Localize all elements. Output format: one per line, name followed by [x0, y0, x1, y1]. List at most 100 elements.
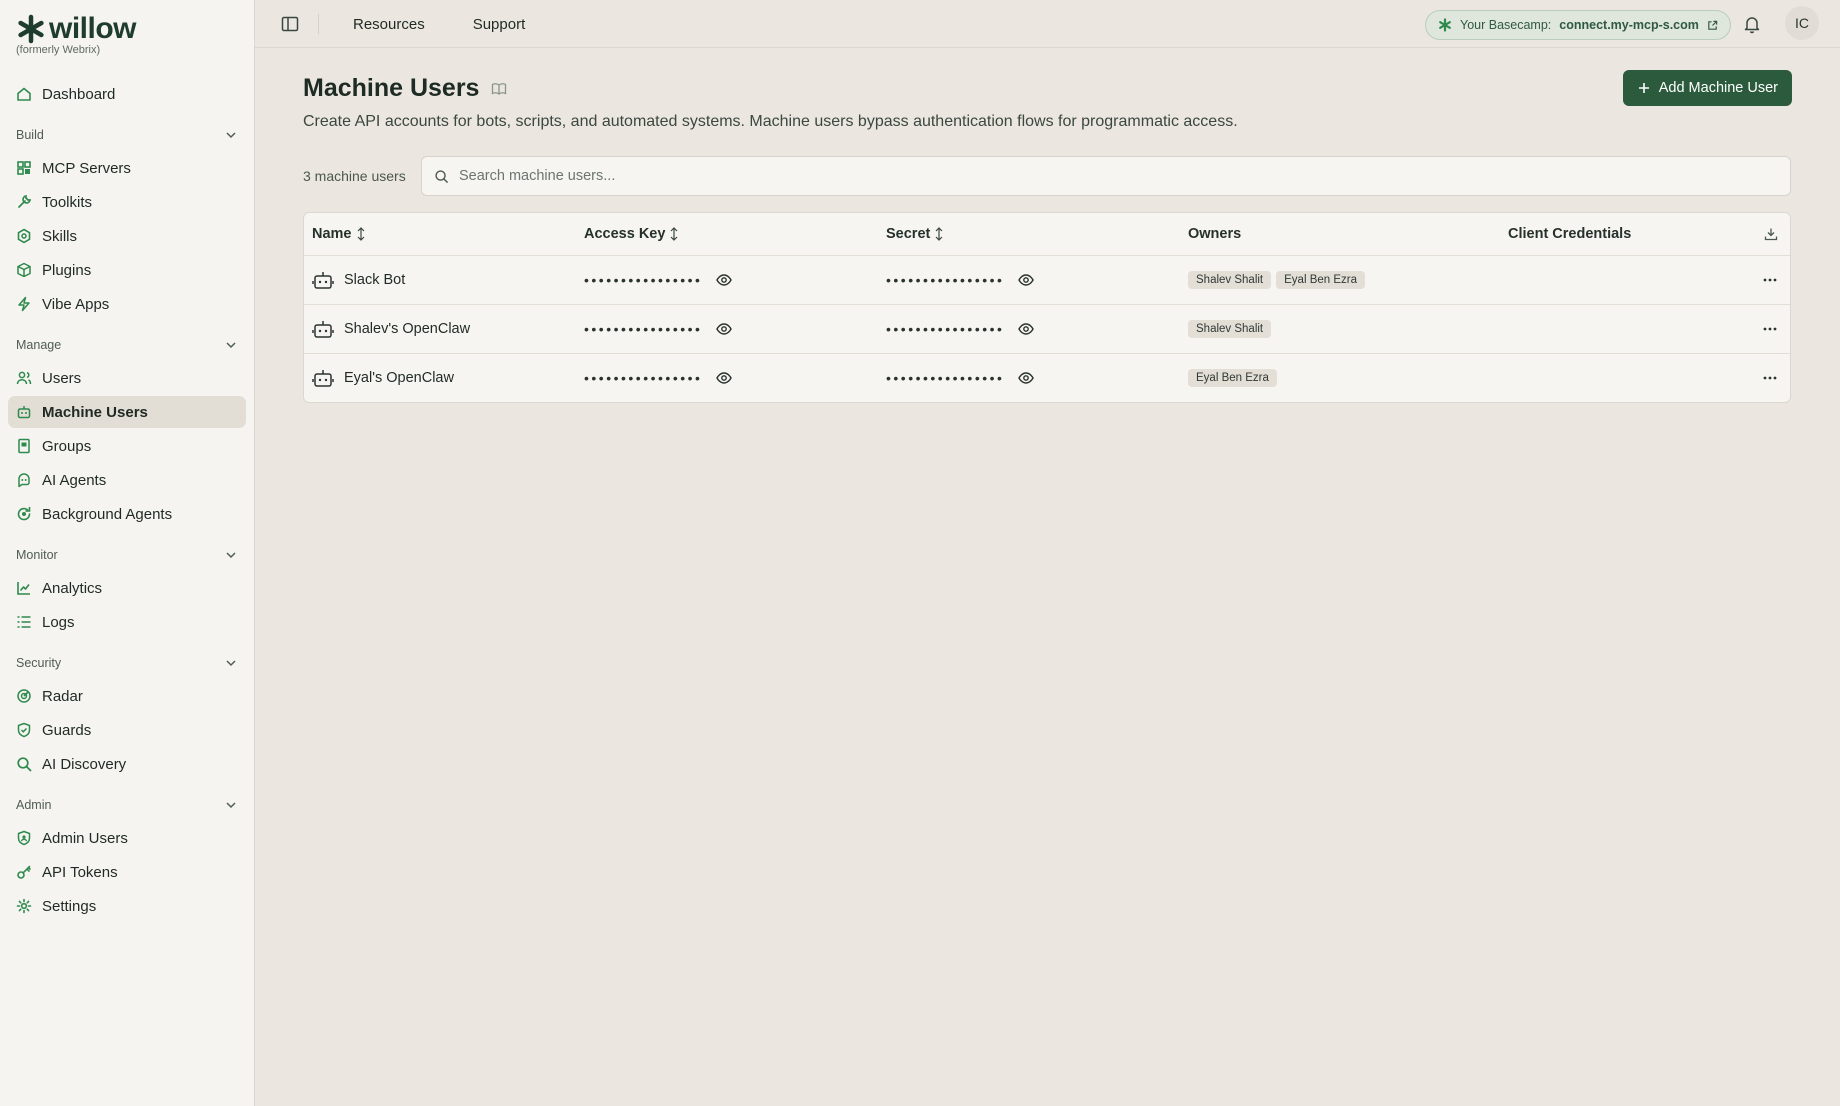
search-icon: [435, 169, 448, 183]
sidebar-item-users[interactable]: Users: [8, 362, 246, 394]
sidebar-item-dashboard[interactable]: Dashboard: [8, 78, 246, 110]
sidebar-item-vibe-apps[interactable]: Vibe Apps: [8, 288, 246, 320]
machine-users-table: Name Access Key Secret Owners Client Cre…: [303, 212, 1791, 403]
access-key-cell: ••••••••••••••••: [584, 370, 733, 386]
sidebar-item-settings[interactable]: Settings: [8, 890, 246, 922]
sidebar-item-label: Groups: [42, 437, 92, 455]
search-box[interactable]: [421, 156, 1791, 196]
bolt-icon: [18, 296, 30, 312]
servers-icon: [17, 161, 31, 175]
owners-cell: Shalev Shalit Eyal Ben Ezra: [1188, 271, 1365, 289]
machine-user-name[interactable]: Shalev's OpenClaw: [344, 321, 470, 337]
section-admin[interactable]: Admin: [8, 790, 246, 820]
owner-chip: Eyal Ben Ezra: [1276, 271, 1365, 289]
basecamp-pill[interactable]: Your Basecamp: connect.my-mcp-s.com: [1425, 10, 1731, 40]
robot-icon: [17, 406, 31, 419]
plus-icon: [1638, 83, 1649, 93]
access-key-column-header[interactable]: Access Key: [584, 226, 679, 242]
eye-icon[interactable]: [1018, 370, 1035, 386]
sidebar-item-skills[interactable]: Skills: [8, 220, 246, 252]
shield-user-icon: [17, 830, 31, 846]
table-header: Name Access Key Secret Owners Client Cre…: [304, 213, 1790, 255]
sidebar-item-plugins[interactable]: Plugins: [8, 254, 246, 286]
eye-icon[interactable]: [716, 370, 733, 386]
sidebar-item-groups[interactable]: Groups: [8, 430, 246, 462]
sidebar-item-admin-users[interactable]: Admin Users: [8, 822, 246, 854]
wrench-icon: [18, 195, 31, 208]
basecamp-url[interactable]: connect.my-mcp-s.com: [1559, 18, 1699, 32]
topbar-links: Resources Support: [353, 0, 525, 48]
external-link-icon: [1708, 20, 1718, 30]
chevron-down-icon: [226, 342, 236, 349]
eye-icon[interactable]: [1018, 321, 1035, 337]
sidebar-item-label: Dashboard: [42, 85, 116, 103]
chevron-down-icon: [226, 552, 236, 559]
eye-icon[interactable]: [716, 321, 733, 337]
list-icon: [17, 616, 31, 628]
sidebar-item-label: Skills: [42, 227, 78, 245]
logo[interactable]: willow (formerly Webrix): [16, 12, 137, 56]
sidebar-item-radar[interactable]: Radar: [8, 680, 246, 712]
chevron-down-icon: [226, 132, 236, 139]
access-key-cell: ••••••••••••••••: [584, 272, 733, 288]
topbar-divider: [318, 14, 319, 34]
more-options-icon[interactable]: [1762, 272, 1778, 288]
sidebar-item-label: Users: [42, 369, 82, 387]
sidebar-item-ai-discovery[interactable]: AI Discovery: [8, 748, 246, 780]
eye-icon[interactable]: [1018, 272, 1035, 288]
sidebar-item-ai-agents[interactable]: AI Agents: [8, 464, 246, 496]
key-icon: [17, 865, 31, 879]
table-row[interactable]: Shalev's OpenClaw •••••••••••••••• •••••…: [304, 304, 1790, 353]
sidebar-item-guards[interactable]: Guards: [8, 714, 246, 746]
machine-user-name[interactable]: Slack Bot: [344, 272, 405, 288]
sidebar-item-background-agents[interactable]: Background Agents: [8, 498, 246, 530]
eye-icon[interactable]: [716, 272, 733, 288]
topbar: Resources Support Your Basecamp: connect…: [255, 0, 1840, 48]
more-options-icon[interactable]: [1762, 370, 1778, 386]
name-column-header[interactable]: Name: [312, 226, 366, 242]
sidebar-item-machine-users[interactable]: Machine Users: [8, 396, 246, 428]
sidebar-item-analytics[interactable]: Analytics: [8, 572, 246, 604]
owners-column-header: Owners: [1188, 226, 1242, 242]
chevron-down-icon: [226, 660, 236, 667]
home-icon: [17, 87, 31, 101]
machine-user-name[interactable]: Eyal's OpenClaw: [344, 370, 454, 386]
sidebar-item-label: AI Discovery: [42, 755, 127, 773]
support-link[interactable]: Support: [473, 16, 526, 33]
section-title: Build: [16, 128, 44, 142]
brand-name: willow: [49, 12, 137, 45]
sidebar-item-label: Settings: [42, 897, 97, 915]
avatar[interactable]: IC: [1785, 6, 1819, 40]
download-icon[interactable]: [1764, 227, 1778, 241]
radar-icon: [17, 689, 31, 703]
sort-icon: [357, 227, 364, 241]
masked-secret: ••••••••••••••••: [886, 272, 1005, 288]
table-row[interactable]: Slack Bot •••••••••••••••• •••••••••••••…: [304, 255, 1790, 304]
section-security[interactable]: Security: [8, 648, 246, 678]
add-machine-user-button[interactable]: Add Machine User: [1622, 70, 1792, 106]
more-options-icon[interactable]: [1762, 321, 1778, 337]
secret-column-header[interactable]: Secret: [886, 226, 944, 242]
name-cell: Eyal's OpenClaw: [312, 368, 454, 388]
search-input[interactable]: [459, 168, 1778, 184]
section-build[interactable]: Build: [8, 120, 246, 150]
page-title: Machine Users: [303, 74, 480, 102]
section-monitor[interactable]: Monitor: [8, 540, 246, 570]
resources-link[interactable]: Resources: [353, 16, 425, 33]
page-header: Machine Users Create API accounts for bo…: [303, 70, 1792, 131]
sidebar-item-toolkits[interactable]: Toolkits: [8, 186, 246, 218]
sidebar-item-label: Background Agents: [42, 505, 173, 523]
asterisk-icon: [1439, 18, 1451, 32]
package-icon: [17, 262, 31, 278]
sidebar-item-mcp-servers[interactable]: MCP Servers: [8, 152, 246, 184]
sidebar-item-api-tokens[interactable]: API Tokens: [8, 856, 246, 888]
bell-icon[interactable]: [1742, 14, 1762, 34]
sidebar-nav: Dashboard Build MCP Servers Toolkits Ski…: [8, 78, 246, 924]
table-row[interactable]: Eyal's OpenClaw •••••••••••••••• •••••••…: [304, 353, 1790, 402]
sidebar-item-logs[interactable]: Logs: [8, 606, 246, 638]
masked-access-key: ••••••••••••••••: [584, 370, 703, 386]
sidebar-toggle-icon[interactable]: [280, 14, 300, 34]
docs-book-icon[interactable]: [491, 81, 507, 97]
section-manage[interactable]: Manage: [8, 330, 246, 360]
column-label: Access Key: [584, 226, 666, 242]
